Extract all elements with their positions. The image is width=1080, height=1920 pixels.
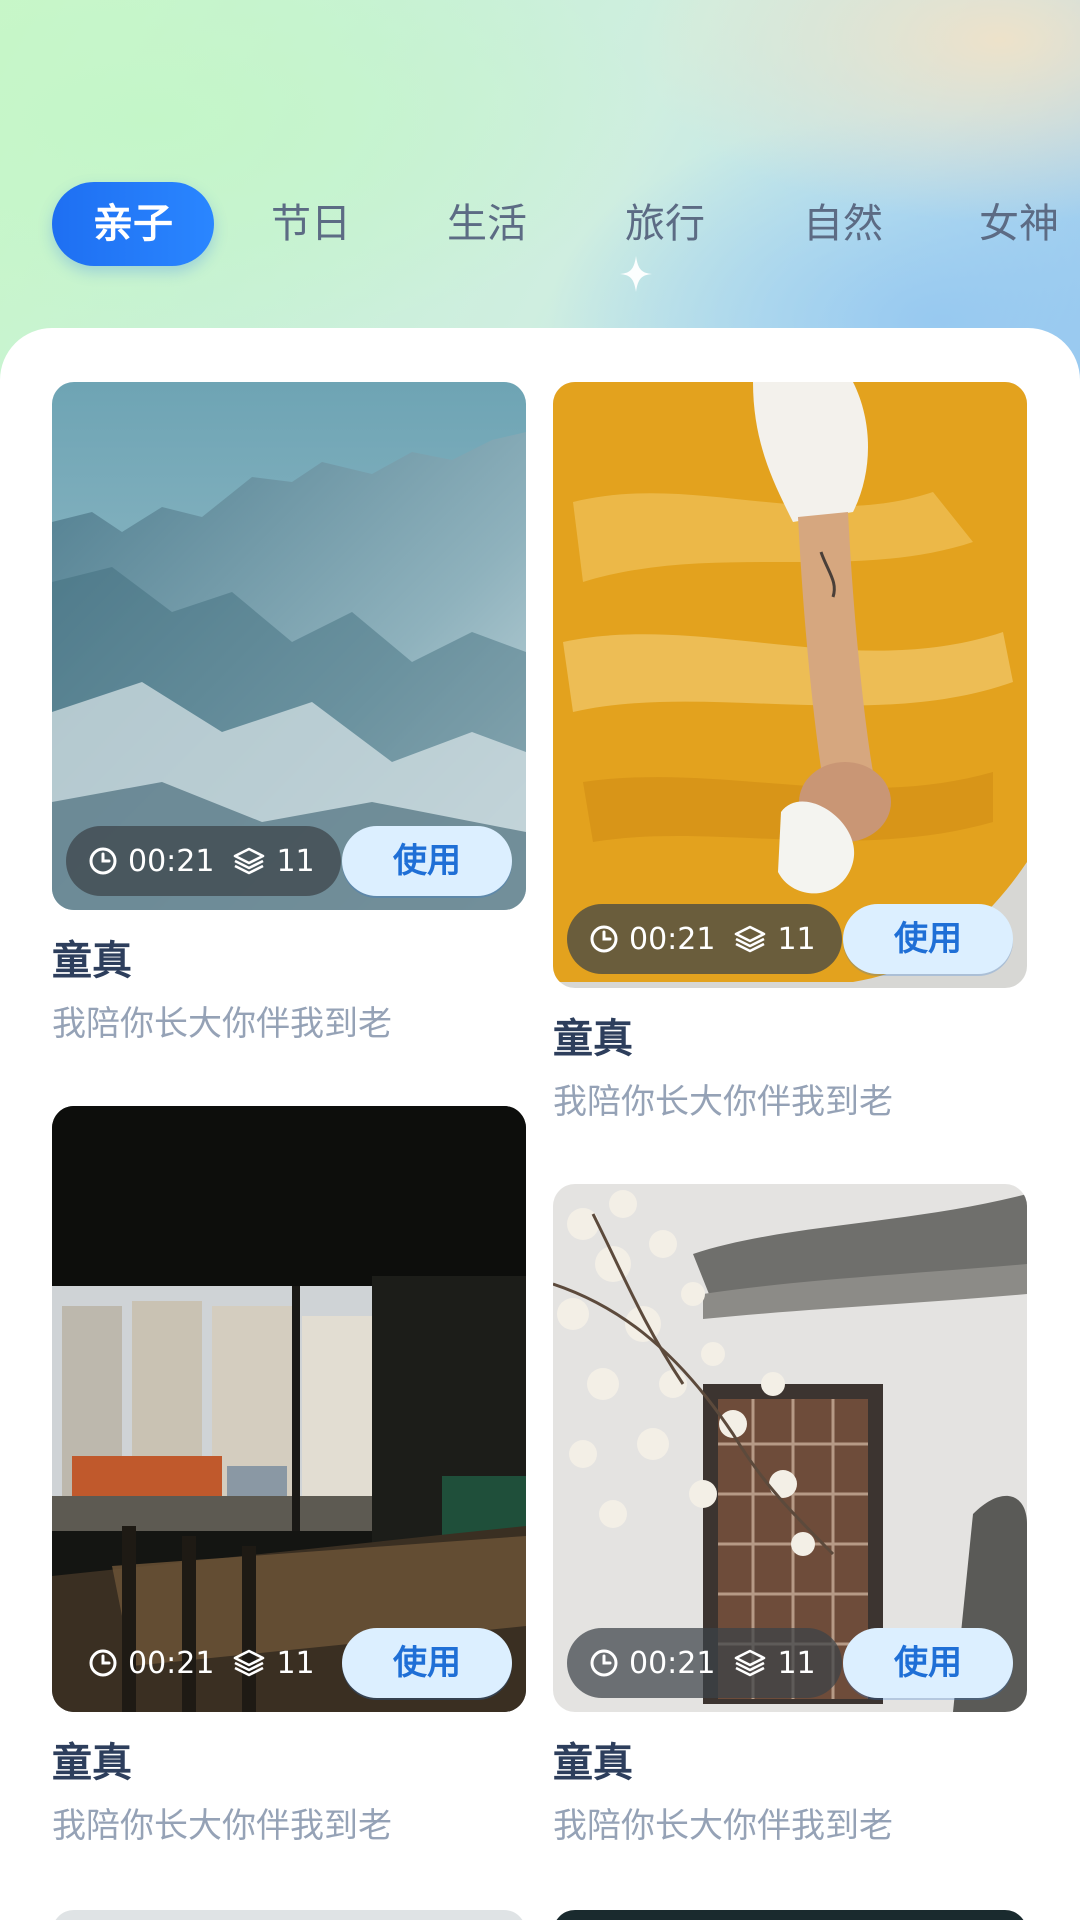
template-thumbnail[interactable]: 00:21 11 使用: [553, 1184, 1027, 1712]
card-title: 童真: [553, 1016, 633, 1062]
template-card[interactable]: 00:21 11 使用 童真 我陪你长大你伴我到老: [52, 382, 526, 1046]
tab-qinzi[interactable]: 亲子: [52, 182, 214, 266]
card-subtitle: 我陪你长大你伴我到老: [52, 1806, 392, 1846]
room-window-image: [52, 1106, 526, 1712]
clock-icon: [89, 1649, 117, 1677]
duration-text: 00:21: [128, 843, 215, 879]
template-thumbnail[interactable]: 00:21 11 使用: [553, 382, 1027, 988]
clock-icon: [590, 1649, 618, 1677]
card-title: 童真: [553, 1740, 633, 1786]
layer-count-text: 11: [276, 843, 315, 879]
next-card-peek[interactable]: [52, 1910, 526, 1920]
card-title: 童真: [52, 938, 132, 984]
duration-text: 00:21: [128, 1645, 215, 1681]
next-card-peek[interactable]: [553, 1910, 1027, 1920]
tab-shenghuo[interactable]: 生活: [434, 182, 540, 266]
layer-count-text: 11: [777, 921, 816, 957]
category-tabs: 亲子 节日 生活 旅行 自然 女神: [0, 182, 1080, 266]
layers-icon: [234, 847, 265, 875]
tab-lvxing[interactable]: 旅行: [612, 182, 718, 266]
card-subtitle: 我陪你长大你伴我到老: [553, 1082, 893, 1122]
use-button[interactable]: 使用: [342, 1628, 512, 1698]
duration-layers-info: 00:21 11: [567, 1628, 842, 1698]
use-button[interactable]: 使用: [843, 904, 1013, 974]
card-title: 童真: [52, 1740, 132, 1786]
duration-text: 00:21: [629, 921, 716, 957]
layers-icon: [735, 925, 766, 953]
use-button[interactable]: 使用: [843, 1628, 1013, 1698]
layer-count-text: 11: [276, 1645, 315, 1681]
card-subtitle: 我陪你长大你伴我到老: [553, 1806, 893, 1846]
template-thumbnail[interactable]: 00:21 11 使用: [52, 1106, 526, 1712]
clock-icon: [590, 925, 618, 953]
template-card[interactable]: 00:21 11 使用 童真 我陪你长大你伴我到老: [52, 1106, 526, 1848]
duration-layers-info: 00:21 11: [66, 1628, 341, 1698]
duration-text: 00:21: [629, 1645, 716, 1681]
painting-hand-image: [553, 382, 1027, 988]
tab-ziran[interactable]: 自然: [790, 182, 896, 266]
tab-jieri[interactable]: 节日: [258, 182, 364, 266]
template-thumbnail[interactable]: 00:21 11 使用: [52, 382, 526, 910]
template-card[interactable]: 00:21 11 使用 童真 我陪你长大你伴我到老: [553, 1184, 1027, 1848]
use-button[interactable]: 使用: [342, 826, 512, 896]
layers-icon: [735, 1649, 766, 1677]
template-card[interactable]: 00:21 11 使用 童真 我陪你长大你伴我到老: [553, 382, 1027, 1124]
card-subtitle: 我陪你长大你伴我到老: [52, 1004, 392, 1044]
layers-icon: [234, 1649, 265, 1677]
tab-nvshen[interactable]: 女神: [966, 182, 1072, 266]
duration-layers-info: 00:21 11: [567, 904, 842, 974]
clock-icon: [89, 847, 117, 875]
template-feed: 00:21 11 使用 童真 我陪你长大你伴我到老 00:21 11 使用 童真…: [0, 328, 1080, 1920]
duration-layers-info: 00:21 11: [66, 826, 341, 896]
layer-count-text: 11: [777, 1645, 816, 1681]
